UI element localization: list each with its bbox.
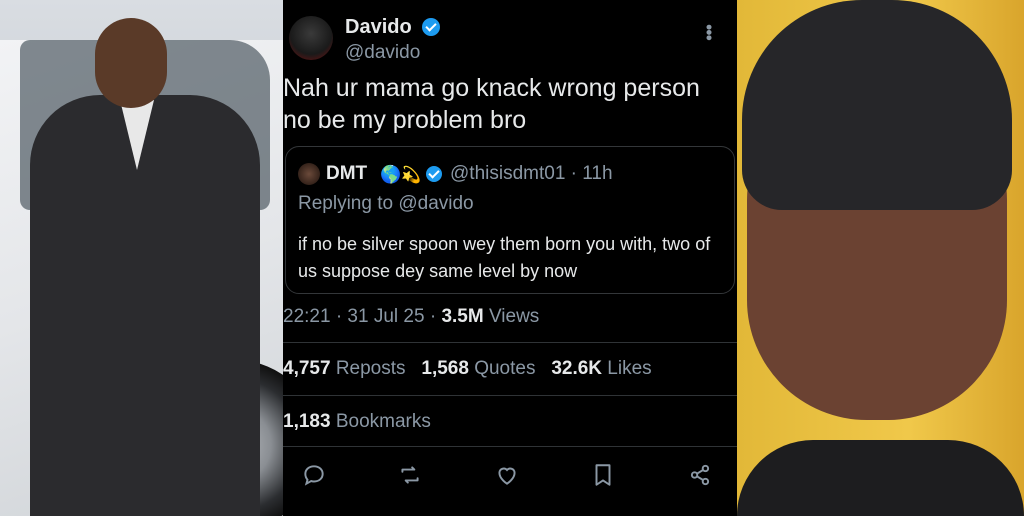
views-label: Views <box>483 306 540 327</box>
share-icon[interactable] <box>687 462 713 488</box>
reply-icon[interactable] <box>301 462 327 488</box>
person-tshirt <box>737 440 1024 516</box>
reposts-stat[interactable]: 4,757 Reposts <box>283 358 406 379</box>
like-icon[interactable] <box>494 462 520 488</box>
quoted-verified-badge-icon <box>426 166 442 182</box>
person-suit <box>30 95 260 516</box>
engagement-stats: 4,757 Reposts 1,568 Quotes 32.6K Likes <box>283 358 652 380</box>
quoted-author-name: DMT <box>326 163 368 184</box>
divider <box>283 342 737 343</box>
author-avatar[interactable] <box>289 16 333 60</box>
divider <box>283 446 737 447</box>
person-cap <box>742 0 1012 210</box>
dizzy-star-emoji-icon: 💫 <box>401 167 421 184</box>
bookmarks-stat[interactable]: 1,183 Bookmarks <box>283 411 431 433</box>
quoted-author-avatar <box>298 163 320 185</box>
replying-to: Replying to @davido <box>298 193 474 214</box>
tweet-text: Nah ur mama go knack wrong person no be … <box>283 74 700 134</box>
likes-stat[interactable]: 32.6K Likes <box>551 358 651 379</box>
repost-icon[interactable] <box>397 462 423 488</box>
action-bar <box>283 456 737 496</box>
right-photo-dmt <box>737 0 1024 516</box>
left-photo-davido <box>0 0 283 516</box>
tweet-card: Davido @davido ••• Nah ur mama go knack … <box>283 0 737 516</box>
more-options-icon[interactable]: ••• <box>698 24 719 40</box>
tweet-timestamp[interactable]: 22:21 · 31 Jul 25 · <box>283 306 441 327</box>
bookmark-icon[interactable] <box>590 462 616 488</box>
quoted-tweet-text: if no be silver spoon wey them born you … <box>298 234 711 281</box>
quotes-stat[interactable]: 1,568 Quotes <box>421 358 535 379</box>
person-head <box>95 18 167 108</box>
globe-emoji-icon: 🌎 <box>380 165 402 184</box>
tweet-meta: 22:21 · 31 Jul 25 · 3.5M Views <box>283 306 539 328</box>
quoted-author-handle: @thisisdmt01 · 11h <box>450 163 613 184</box>
author-handle[interactable]: @davido <box>345 42 420 64</box>
author-name[interactable]: Davido <box>345 16 412 39</box>
tweet-header: Davido @davido ••• <box>289 12 729 72</box>
views-count: 3.5M <box>441 306 484 327</box>
verified-badge-icon <box>422 18 440 36</box>
quoted-tweet[interactable]: DMT 🌎 💫 @thisisdmt01 · 11h Replying to @… <box>285 146 735 294</box>
divider <box>283 395 737 396</box>
